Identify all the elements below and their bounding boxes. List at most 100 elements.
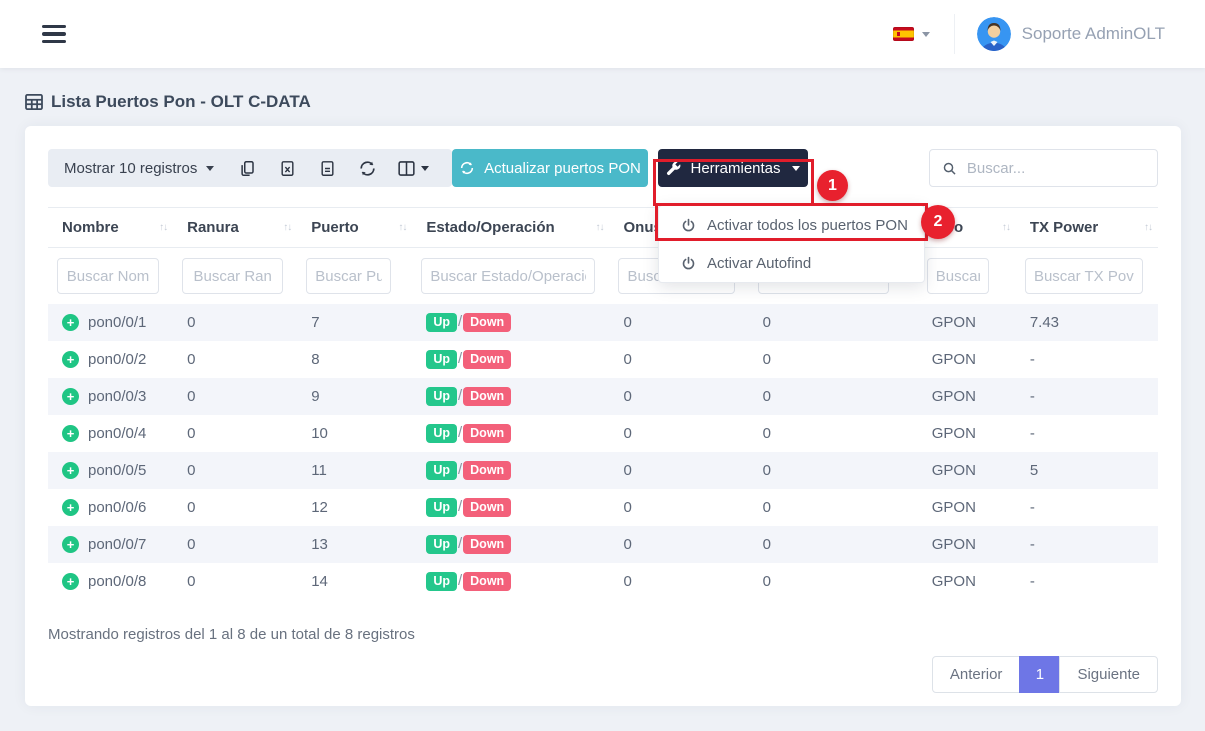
column-header-3[interactable]: Estado/Operación↑↓: [412, 208, 609, 248]
tx-power-cell: -: [1016, 489, 1158, 526]
expand-row-icon[interactable]: +: [62, 499, 79, 516]
sort-icons[interactable]: ↑↓: [398, 222, 406, 233]
language-selector[interactable]: [893, 27, 930, 41]
refresh-icon: [459, 160, 475, 176]
spain-flag-icon: [893, 27, 914, 41]
ranura-cell: 0: [173, 304, 297, 341]
next-page-button[interactable]: Siguiente: [1059, 656, 1158, 693]
tx-power-cell: -: [1016, 526, 1158, 563]
tx-power-cell: 7.43: [1016, 304, 1158, 341]
onus-c-cell: 0: [609, 452, 748, 489]
navbar-divider: [954, 14, 955, 54]
show-entries-dropdown[interactable]: Mostrar 10 registros: [48, 149, 227, 187]
tipo-cell: GPON: [918, 489, 1016, 526]
menu-toggle-icon[interactable]: [42, 25, 66, 43]
sort-icons[interactable]: ↑↓: [595, 222, 603, 233]
onus-c-cell: 0: [609, 489, 748, 526]
excel-export-button[interactable]: [267, 149, 307, 187]
column-header-1[interactable]: Ranura↑↓: [173, 208, 297, 248]
tx-power-cell: -: [1016, 341, 1158, 378]
show-entries-label: Mostrar 10 registros: [64, 160, 197, 177]
estado-cell: Up/Down: [412, 304, 609, 341]
column-header-7[interactable]: TX Power↑↓: [1016, 208, 1158, 248]
expand-row-icon[interactable]: +: [62, 573, 79, 590]
user-name: Soporte AdminOLT: [1022, 24, 1165, 44]
status-down-badge: Down: [463, 535, 511, 555]
expand-row-icon[interactable]: +: [62, 388, 79, 405]
expand-row-icon[interactable]: +: [62, 351, 79, 368]
puerto-cell: 12: [297, 489, 412, 526]
column-header-6[interactable]: Tipo↑↓: [918, 208, 1016, 248]
user-menu[interactable]: Soporte AdminOLT: [977, 17, 1165, 51]
sort-icons[interactable]: ↑↓: [1144, 222, 1152, 233]
estado-cell: Up/Down: [412, 341, 609, 378]
onus-c-cell: 0: [609, 341, 748, 378]
sort-icons[interactable]: ↑↓: [159, 222, 167, 233]
tx-power-cell: -: [1016, 378, 1158, 415]
onus-c-cell: 0: [609, 378, 748, 415]
reload-table-button[interactable]: [347, 149, 387, 187]
status-down-badge: Down: [463, 313, 511, 333]
tipo-cell: GPON: [918, 563, 1016, 600]
copy-icon: [238, 159, 256, 178]
refresh-pon-ports-button[interactable]: Actualizar puertos PON: [452, 149, 648, 187]
avatar: [977, 17, 1011, 51]
column-filter-input-0[interactable]: [57, 258, 159, 294]
expand-row-icon[interactable]: +: [62, 425, 79, 442]
column-filter-input-2[interactable]: [306, 258, 391, 294]
status-up-badge: Up: [426, 313, 457, 333]
tipo-cell: GPON: [918, 452, 1016, 489]
table-row: +pon0/0/1 0 7 Up/Down 0 0 GPON 7.43: [48, 304, 1158, 341]
status-down-badge: Down: [463, 424, 511, 444]
previous-page-button[interactable]: Anterior: [932, 656, 1021, 693]
puerto-cell: 14: [297, 563, 412, 600]
onus-c-cell: 0: [609, 563, 748, 600]
tx-power-cell: -: [1016, 563, 1158, 600]
ranura-cell: 0: [173, 452, 297, 489]
file-export-button[interactable]: [307, 149, 347, 187]
table-row: +pon0/0/4 0 10 Up/Down 0 0 GPON -: [48, 415, 1158, 452]
table-row: +pon0/0/8 0 14 Up/Down 0 0 GPON -: [48, 563, 1158, 600]
onus-c-cell: 0: [609, 526, 748, 563]
power-icon: [681, 218, 696, 233]
expand-row-icon[interactable]: +: [62, 314, 79, 331]
sort-icons[interactable]: ↑↓: [1002, 222, 1010, 233]
tools-dropdown-button[interactable]: Herramientas: [658, 149, 808, 187]
tools-menu-item-1[interactable]: Activar Autofind: [659, 244, 924, 282]
copy-button[interactable]: [227, 149, 267, 187]
pagination: Anterior 1 Siguiente: [48, 656, 1158, 693]
port-name: pon0/0/1: [88, 314, 146, 331]
ranura-cell: 0: [173, 526, 297, 563]
column-header-0[interactable]: Nombre↑↓: [48, 208, 173, 248]
column-visibility-button[interactable]: [387, 149, 439, 187]
chevron-down-icon: [792, 166, 800, 171]
sort-icons[interactable]: ↑↓: [283, 222, 291, 233]
column-header-2[interactable]: Puerto↑↓: [297, 208, 412, 248]
onus-s-cell: 0: [749, 563, 918, 600]
column-filter-input-3[interactable]: [421, 258, 595, 294]
chevron-down-icon: [206, 166, 214, 171]
port-name: pon0/0/3: [88, 388, 146, 405]
expand-row-icon[interactable]: +: [62, 462, 79, 479]
table-row: +pon0/0/3 0 9 Up/Down 0 0 GPON -: [48, 378, 1158, 415]
column-filter-input-1[interactable]: [182, 258, 283, 294]
search-input[interactable]: [967, 160, 1145, 177]
tools-menu-item-0[interactable]: Activar todos los puertos PON: [659, 206, 924, 244]
top-navbar: Soporte AdminOLT: [0, 0, 1205, 68]
expand-row-icon[interactable]: +: [62, 536, 79, 553]
table-row: +pon0/0/7 0 13 Up/Down 0 0 GPON -: [48, 526, 1158, 563]
puerto-cell: 7: [297, 304, 412, 341]
column-filter-input-6[interactable]: [927, 258, 989, 294]
tx-power-cell: -: [1016, 415, 1158, 452]
ranura-cell: 0: [173, 378, 297, 415]
page-title: Lista Puertos Pon - OLT C-DATA: [25, 92, 1205, 112]
tipo-cell: GPON: [918, 378, 1016, 415]
status-up-badge: Up: [426, 387, 457, 407]
port-name: pon0/0/2: [88, 351, 146, 368]
excel-export-icon: [279, 159, 296, 178]
tx-power-cell: 5: [1016, 452, 1158, 489]
tipo-cell: GPON: [918, 415, 1016, 452]
column-filter-input-7[interactable]: [1025, 258, 1143, 294]
current-page-button[interactable]: 1: [1019, 656, 1060, 693]
column-visibility-icon: [397, 160, 416, 177]
